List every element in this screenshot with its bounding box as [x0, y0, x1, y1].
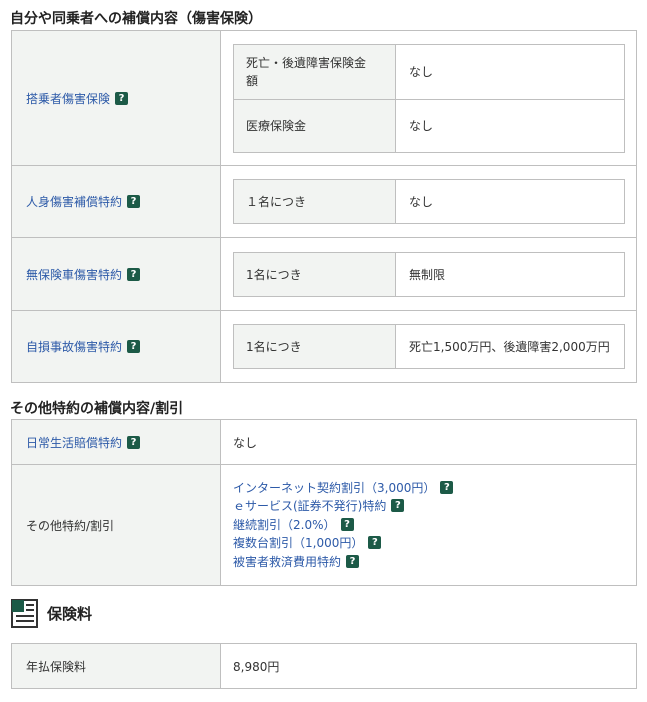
table-row: 人身傷害補償特約? １名につき なし: [11, 165, 637, 238]
injury-coverage-table: 搭乗者傷害保険? 死亡・後遺障害保険金額 なし 医療保険金 なし 人身傷害補償特…: [11, 30, 637, 383]
row-value-cell: インターネット契約割引（3,000円）? ｅサービス(証券不発行)特約? 継続割…: [220, 464, 637, 586]
self-accident-link[interactable]: 自損事故傷害特約: [26, 340, 122, 354]
inner-label: 医療保険金: [233, 98, 396, 153]
row-label-cell: 日常生活賠償特約?: [11, 419, 221, 465]
list-item: 被害者救済費用特約?: [233, 553, 624, 572]
row-value-cell: 1名につき 無制限: [220, 237, 637, 311]
row-value-cell: １名につき なし: [220, 165, 637, 238]
help-icon[interactable]: ?: [346, 554, 360, 568]
inner-table: 1名につき 死亡1,500万円、後遺障害2,000万円: [233, 324, 625, 369]
help-icon[interactable]: ?: [115, 91, 129, 105]
victim-relief-link[interactable]: 被害者救済費用特約: [233, 555, 341, 569]
row-label-cell: 搭乗者傷害保険?: [11, 30, 221, 166]
inner-label: 1名につき: [233, 251, 396, 297]
inner-label: １名につき: [233, 179, 396, 224]
help-icon[interactable]: ?: [440, 480, 454, 494]
annual-premium-label: 年払保険料: [11, 643, 221, 689]
table-row: 無保険車傷害特約? 1名につき 無制限: [11, 237, 637, 311]
inner-value: なし: [395, 179, 625, 224]
table-row: 日常生活賠償特約? なし: [11, 419, 637, 465]
help-icon[interactable]: ?: [127, 195, 141, 208]
help-icon[interactable]: ?: [340, 517, 354, 531]
inner-label: 1名につき: [233, 324, 396, 369]
other-riders-label: その他特約/割引: [11, 464, 221, 586]
inner-label: 死亡・後遺障害保険金額: [233, 43, 396, 100]
discount-list: インターネット契約割引（3,000円）? ｅサービス(証券不発行)特約? 継続割…: [233, 479, 624, 572]
list-item: 複数台割引（1,000円）?: [233, 534, 624, 553]
help-icon[interactable]: ?: [368, 536, 382, 550]
table-row: 年払保険料 8,980円: [11, 643, 637, 689]
list-item: 継続割引（2.0%）?: [233, 516, 624, 535]
help-icon[interactable]: ?: [391, 499, 405, 513]
inner-value: なし: [395, 98, 625, 153]
help-icon[interactable]: ?: [127, 267, 141, 281]
internet-discount-link[interactable]: インターネット契約割引（3,000円）: [233, 481, 435, 495]
premium-title: 保険料: [47, 605, 93, 623]
table-row: その他特約/割引 インターネット契約割引（3,000円）? ｅサービス(証券不発…: [11, 464, 637, 586]
table-row: 自損事故傷害特約? 1名につき 死亡1,500万円、後遺障害2,000万円: [11, 310, 637, 383]
inner-value: 死亡1,500万円、後遺障害2,000万円: [395, 324, 625, 369]
list-item: インターネット契約割引（3,000円）?: [233, 479, 624, 498]
row-label-cell: 自損事故傷害特約?: [11, 310, 221, 383]
premium-header: 保険料: [11, 599, 92, 628]
inner-value: なし: [395, 43, 625, 100]
inner-table: 死亡・後遺障害保険金額 なし 医療保険金 なし: [233, 43, 625, 153]
document-icon: [11, 599, 38, 628]
table-row: 搭乗者傷害保険? 死亡・後遺障害保険金額 なし 医療保険金 なし: [11, 30, 637, 166]
e-service-link[interactable]: ｅサービス(証券不発行)特約: [233, 499, 386, 513]
annual-premium-value: 8,980円: [220, 643, 637, 689]
inner-table: １名につき なし: [233, 179, 625, 224]
daily-liability-link[interactable]: 日常生活賠償特約: [26, 436, 122, 450]
passenger-injury-link[interactable]: 搭乗者傷害保険: [26, 92, 110, 106]
uninsured-vehicle-link[interactable]: 無保険車傷害特約: [26, 268, 122, 282]
row-value-cell: 1名につき 死亡1,500万円、後遺障害2,000万円: [220, 310, 637, 383]
other-coverage-table: 日常生活賠償特約? なし その他特約/割引 インターネット契約割引（3,000円…: [11, 419, 637, 586]
list-item: ｅサービス(証券不発行)特約?: [233, 497, 624, 516]
row-value-cell: 死亡・後遺障害保険金額 なし 医療保険金 なし: [220, 30, 637, 166]
renewal-discount-link[interactable]: 継続割引（2.0%）: [233, 518, 336, 532]
row-label-cell: 無保険車傷害特約?: [11, 237, 221, 311]
help-icon[interactable]: ?: [127, 435, 141, 449]
help-icon[interactable]: ?: [127, 340, 141, 353]
multi-car-discount-link[interactable]: 複数台割引（1,000円）: [233, 536, 363, 550]
section-injury-title: 自分や同乗者への補償内容（傷害保険）: [10, 11, 262, 27]
inner-value: 無制限: [395, 251, 625, 297]
row-label-cell: 人身傷害補償特約?: [11, 165, 221, 238]
premium-table: 年払保険料 8,980円: [11, 643, 637, 689]
daily-liability-value: なし: [220, 419, 637, 465]
section-other-title: その他特約の補償内容/割引: [10, 401, 184, 417]
personal-injury-link[interactable]: 人身傷害補償特約: [26, 195, 122, 209]
inner-table: 1名につき 無制限: [233, 251, 625, 297]
